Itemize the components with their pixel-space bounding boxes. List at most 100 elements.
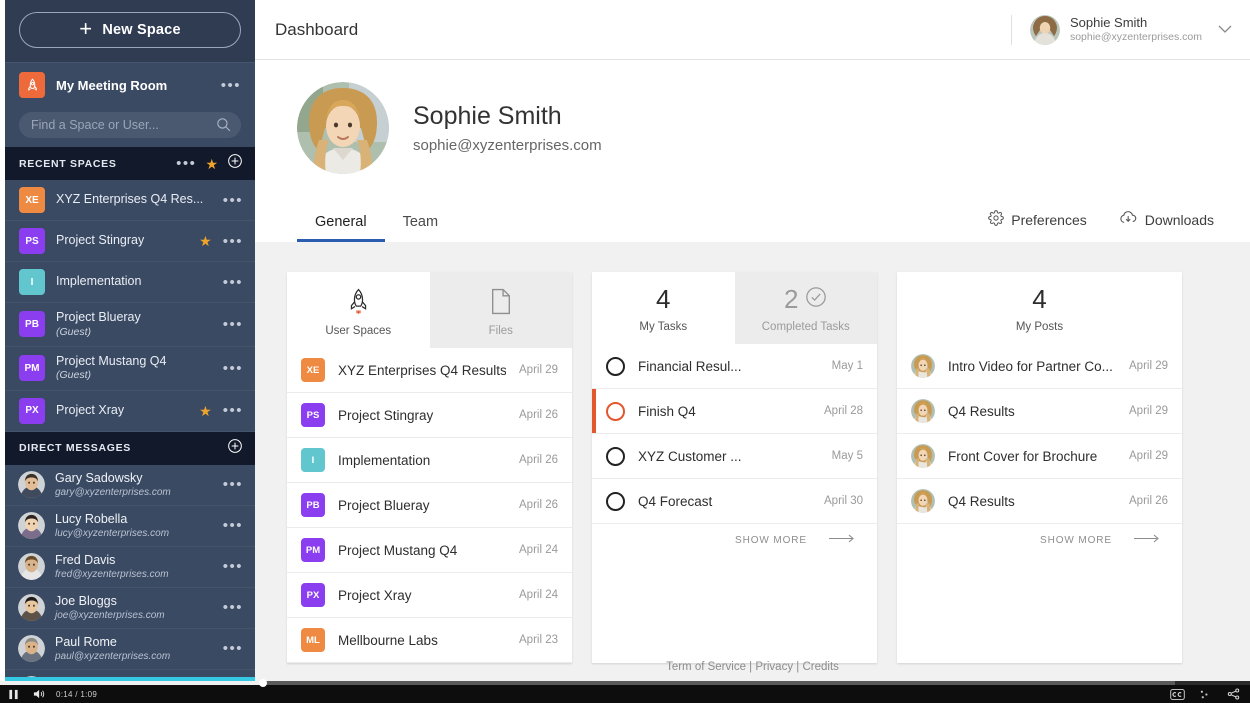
- new-space-button[interactable]: + New Space: [19, 12, 241, 48]
- sidebar-item-my-meeting-room[interactable]: My Meeting Room •••: [5, 62, 255, 107]
- dm-menu-icon[interactable]: •••: [223, 518, 243, 533]
- task-label: Financial Resul...: [638, 358, 742, 374]
- post-row[interactable]: Q4 Results April 26: [897, 479, 1182, 524]
- sidebar-dm-item[interactable]: Fred Davis fred@xyzenterprises.com •••: [5, 547, 255, 588]
- tasks-show-more-button[interactable]: SHOW MORE: [592, 524, 877, 556]
- sidebar-dm-item[interactable]: Joe Bloggs joe@xyzenterprises.com •••: [5, 588, 255, 629]
- posts-show-more-button[interactable]: SHOW MORE: [897, 524, 1182, 556]
- space-label: XYZ Enterprises Q4 Res...: [56, 192, 204, 207]
- post-row[interactable]: Front Cover for Brochure April 29: [897, 434, 1182, 479]
- recent-spaces-star-icon[interactable]: ★: [205, 157, 218, 171]
- downloads-button[interactable]: Downloads: [1103, 210, 1230, 242]
- arrow-right-icon: [1134, 534, 1160, 546]
- user-menu-name: Sophie Smith: [1069, 14, 1148, 30]
- dm-texts: Paul Rome paul@xyzenterprises.com: [55, 635, 213, 663]
- share-icon[interactable]: [1220, 685, 1246, 703]
- space-label: Project Stingray: [56, 233, 145, 248]
- card-tab-completed-tasks[interactable]: 2 Completed Tasks: [734, 272, 877, 344]
- sidebar-space-item[interactable]: PM Project Mustang Q4 (Guest) •••: [5, 347, 255, 391]
- tab-team[interactable]: Team: [385, 214, 456, 242]
- sidebar-space-item[interactable]: PX Project Xray ★ •••: [5, 391, 255, 432]
- space-menu-icon[interactable]: •••: [223, 403, 243, 418]
- sidebar-space-item[interactable]: XE XYZ Enterprises Q4 Res... •••: [5, 180, 255, 221]
- search-input[interactable]: [31, 118, 229, 132]
- dm-menu-icon[interactable]: •••: [223, 559, 243, 574]
- tasks-card-filler: [592, 556, 877, 661]
- preferences-button[interactable]: Preferences: [972, 210, 1102, 242]
- space-menu-icon[interactable]: •••: [223, 361, 243, 376]
- task-checkbox-icon[interactable]: [606, 401, 625, 421]
- sidebar-space-item[interactable]: PB Project Blueray (Guest) •••: [5, 303, 255, 347]
- space-menu-icon[interactable]: •••: [223, 193, 243, 208]
- post-date: April 26: [1129, 495, 1168, 507]
- space-label: Implementation: [56, 274, 142, 289]
- space-menu-icon[interactable]: •••: [223, 275, 243, 290]
- table-row[interactable]: ML Mellbourne Labs April 23: [287, 618, 572, 663]
- dm-menu-icon[interactable]: •••: [223, 600, 243, 615]
- space-label: Project Blueray (Guest): [56, 310, 212, 339]
- recent-spaces-add-icon[interactable]: [227, 153, 243, 174]
- video-progress-handle[interactable]: [258, 679, 267, 687]
- tab-general[interactable]: General: [297, 214, 385, 242]
- search-box[interactable]: [19, 112, 241, 138]
- credits-link[interactable]: Credits: [802, 661, 838, 673]
- card-tab-user-spaces[interactable]: User Spaces: [287, 272, 430, 348]
- post-row[interactable]: Intro Video for Partner Co... April 29: [897, 344, 1182, 389]
- dm-menu-icon[interactable]: •••: [223, 641, 243, 656]
- search-icon: [215, 116, 232, 138]
- cc-icon[interactable]: [1164, 685, 1190, 703]
- sidebar-dm-item[interactable]: Gary Sadowsky gary@xyzenterprises.com •••: [5, 465, 255, 506]
- task-row[interactable]: XYZ Customer ... May 5: [592, 434, 877, 479]
- table-row[interactable]: I Implementation April 26: [287, 438, 572, 483]
- video-progress-buffer: [262, 681, 1175, 685]
- privacy-link[interactable]: Privacy: [755, 661, 793, 673]
- task-row[interactable]: Q4 Forecast April 30: [592, 479, 877, 524]
- terms-link[interactable]: Term of Service: [666, 661, 746, 673]
- table-row[interactable]: PM Project Mustang Q4 April 24: [287, 528, 572, 573]
- card-tab-my-tasks[interactable]: 4 My Tasks: [592, 272, 735, 344]
- sidebar-space-item[interactable]: PS Project Stingray ★ •••: [5, 221, 255, 262]
- sidebar-space-item[interactable]: I Implementation •••: [5, 262, 255, 303]
- star-icon[interactable]: ★: [199, 234, 212, 248]
- footer-sep-2: |: [796, 661, 800, 673]
- table-row[interactable]: PB Project Blueray April 26: [287, 483, 572, 528]
- user-menu-email: sophie@xyzenterprises.com: [1069, 31, 1202, 44]
- star-icon[interactable]: ★: [199, 404, 212, 418]
- dm-menu-icon[interactable]: •••: [223, 477, 243, 492]
- chevron-down-icon[interactable]: [1218, 22, 1232, 37]
- task-checkbox-icon[interactable]: [606, 491, 625, 511]
- meeting-room-menu-icon[interactable]: •••: [221, 78, 241, 93]
- table-row[interactable]: PS Project Stingray April 26: [287, 393, 572, 438]
- space-menu-icon[interactable]: •••: [223, 317, 243, 332]
- posts-card-tabs: 4 My Posts: [897, 272, 1182, 344]
- tab-general-label: General: [315, 214, 367, 230]
- task-checkbox-icon[interactable]: [606, 356, 625, 376]
- task-label: Finish Q4: [638, 403, 696, 419]
- task-row[interactable]: Finish Q4 April 28: [592, 389, 877, 434]
- posts-rows: Intro Video for Partner Co... April 29 Q4…: [897, 344, 1182, 524]
- table-row[interactable]: PX Project Xray April 24: [287, 573, 572, 618]
- user-menu[interactable]: Sophie Smith sophie@xyzenterprises.com: [1010, 14, 1232, 45]
- sidebar-dm-item[interactable]: Paul Rome paul@xyzenterprises.com •••: [5, 629, 255, 670]
- recent-spaces-menu-icon[interactable]: •••: [176, 156, 196, 171]
- space-badge: PX: [19, 397, 45, 424]
- dm-name: Lucy Robella: [55, 511, 128, 526]
- table-row[interactable]: XE XYZ Enterprises Q4 Results April 29: [287, 348, 572, 393]
- sidebar-dm-item[interactable]: Lucy Robella lucy@xyzenterprises.com •••: [5, 506, 255, 547]
- card-tab-files[interactable]: Files: [429, 272, 572, 348]
- row-date: April 26: [519, 409, 558, 421]
- direct-messages-add-icon[interactable]: [227, 438, 243, 459]
- settings-icon[interactable]: [1192, 685, 1218, 703]
- pause-icon[interactable]: [0, 685, 26, 703]
- task-row[interactable]: Financial Resul... May 1: [592, 344, 877, 389]
- task-checkbox-icon[interactable]: [606, 446, 625, 466]
- video-progress-bar[interactable]: [0, 679, 1250, 687]
- card-tab-my-posts[interactable]: 4 My Posts: [897, 272, 1182, 344]
- volume-icon[interactable]: [26, 685, 52, 703]
- task-date: April 28: [824, 405, 863, 417]
- space-badge: PM: [19, 355, 45, 382]
- row-date: April 26: [519, 499, 558, 511]
- dm-email: joe@xyzenterprises.com: [55, 609, 165, 621]
- post-row[interactable]: Q4 Results April 29: [897, 389, 1182, 434]
- space-menu-icon[interactable]: •••: [223, 234, 243, 249]
